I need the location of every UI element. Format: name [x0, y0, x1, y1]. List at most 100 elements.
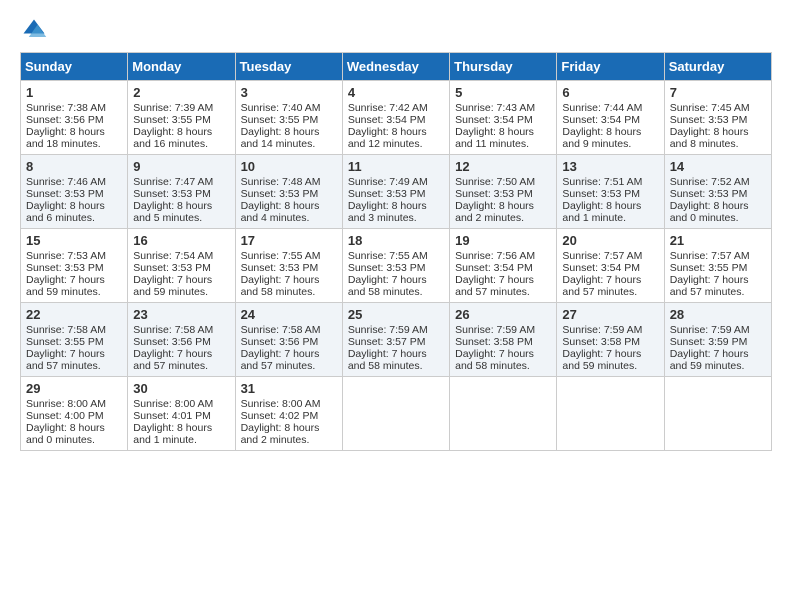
- calendar-cell: 10 Sunrise: 7:48 AM Sunset: 3:53 PM Dayl…: [235, 155, 342, 229]
- sunrise-label: Sunrise: 7:59 AM: [455, 324, 535, 336]
- sunrise-label: Sunrise: 7:59 AM: [562, 324, 642, 336]
- sunset-label: Sunset: 3:53 PM: [241, 188, 319, 200]
- sunset-label: Sunset: 3:53 PM: [455, 188, 533, 200]
- day-number: 15: [26, 233, 122, 248]
- day-number: 10: [241, 159, 337, 174]
- calendar-week-row: 1 Sunrise: 7:38 AM Sunset: 3:56 PM Dayli…: [21, 81, 772, 155]
- day-number: 27: [562, 307, 658, 322]
- daylight-label: Daylight: 7 hours and 57 minutes.: [562, 274, 641, 298]
- calendar-cell: 6 Sunrise: 7:44 AM Sunset: 3:54 PM Dayli…: [557, 81, 664, 155]
- day-number: 1: [26, 85, 122, 100]
- daylight-label: Daylight: 7 hours and 59 minutes.: [26, 274, 105, 298]
- calendar-cell: 4 Sunrise: 7:42 AM Sunset: 3:54 PM Dayli…: [342, 81, 449, 155]
- day-header-tuesday: Tuesday: [235, 53, 342, 81]
- calendar-cell: 17 Sunrise: 7:55 AM Sunset: 3:53 PM Dayl…: [235, 229, 342, 303]
- calendar-cell: 5 Sunrise: 7:43 AM Sunset: 3:54 PM Dayli…: [450, 81, 557, 155]
- daylight-label: Daylight: 8 hours and 16 minutes.: [133, 126, 212, 150]
- calendar-cell: 28 Sunrise: 7:59 AM Sunset: 3:59 PM Dayl…: [664, 303, 771, 377]
- calendar-cell: 30 Sunrise: 8:00 AM Sunset: 4:01 PM Dayl…: [128, 377, 235, 451]
- sunrise-label: Sunrise: 7:45 AM: [670, 102, 750, 114]
- day-number: 22: [26, 307, 122, 322]
- daylight-label: Daylight: 7 hours and 57 minutes.: [26, 348, 105, 372]
- calendar-cell: [664, 377, 771, 451]
- calendar-cell: 12 Sunrise: 7:50 AM Sunset: 3:53 PM Dayl…: [450, 155, 557, 229]
- sunrise-label: Sunrise: 7:48 AM: [241, 176, 321, 188]
- calendar-cell: 13 Sunrise: 7:51 AM Sunset: 3:53 PM Dayl…: [557, 155, 664, 229]
- day-header-thursday: Thursday: [450, 53, 557, 81]
- day-number: 2: [133, 85, 229, 100]
- day-header-friday: Friday: [557, 53, 664, 81]
- sunset-label: Sunset: 3:54 PM: [455, 114, 533, 126]
- day-number: 31: [241, 381, 337, 396]
- calendar-table: SundayMondayTuesdayWednesdayThursdayFrid…: [20, 52, 772, 451]
- sunset-label: Sunset: 3:55 PM: [670, 262, 748, 274]
- calendar-cell: 25 Sunrise: 7:59 AM Sunset: 3:57 PM Dayl…: [342, 303, 449, 377]
- sunrise-label: Sunrise: 7:59 AM: [670, 324, 750, 336]
- sunset-label: Sunset: 4:00 PM: [26, 410, 104, 422]
- calendar-cell: 20 Sunrise: 7:57 AM Sunset: 3:54 PM Dayl…: [557, 229, 664, 303]
- sunset-label: Sunset: 3:53 PM: [133, 188, 211, 200]
- sunset-label: Sunset: 3:53 PM: [26, 188, 104, 200]
- day-number: 19: [455, 233, 551, 248]
- logo: [20, 16, 52, 44]
- day-number: 5: [455, 85, 551, 100]
- sunset-label: Sunset: 3:53 PM: [670, 114, 748, 126]
- sunrise-label: Sunrise: 7:58 AM: [241, 324, 321, 336]
- sunrise-label: Sunrise: 7:47 AM: [133, 176, 213, 188]
- daylight-label: Daylight: 7 hours and 58 minutes.: [348, 348, 427, 372]
- daylight-label: Daylight: 8 hours and 14 minutes.: [241, 126, 320, 150]
- sunrise-label: Sunrise: 7:57 AM: [562, 250, 642, 262]
- day-number: 7: [670, 85, 766, 100]
- calendar-cell: 3 Sunrise: 7:40 AM Sunset: 3:55 PM Dayli…: [235, 81, 342, 155]
- daylight-label: Daylight: 7 hours and 57 minutes.: [670, 274, 749, 298]
- daylight-label: Daylight: 8 hours and 2 minutes.: [455, 200, 534, 224]
- sunset-label: Sunset: 3:56 PM: [133, 336, 211, 348]
- sunset-label: Sunset: 3:59 PM: [670, 336, 748, 348]
- sunset-label: Sunset: 3:53 PM: [670, 188, 748, 200]
- day-number: 24: [241, 307, 337, 322]
- sunset-label: Sunset: 3:55 PM: [241, 114, 319, 126]
- day-number: 16: [133, 233, 229, 248]
- sunrise-label: Sunrise: 7:54 AM: [133, 250, 213, 262]
- calendar-cell: 9 Sunrise: 7:47 AM Sunset: 3:53 PM Dayli…: [128, 155, 235, 229]
- daylight-label: Daylight: 7 hours and 58 minutes.: [455, 348, 534, 372]
- calendar-cell: [450, 377, 557, 451]
- day-number: 4: [348, 85, 444, 100]
- sunset-label: Sunset: 3:55 PM: [133, 114, 211, 126]
- daylight-label: Daylight: 7 hours and 58 minutes.: [348, 274, 427, 298]
- sunrise-label: Sunrise: 8:00 AM: [26, 398, 106, 410]
- calendar-header-row: SundayMondayTuesdayWednesdayThursdayFrid…: [21, 53, 772, 81]
- daylight-label: Daylight: 8 hours and 0 minutes.: [670, 200, 749, 224]
- day-number: 8: [26, 159, 122, 174]
- calendar-cell: 2 Sunrise: 7:39 AM Sunset: 3:55 PM Dayli…: [128, 81, 235, 155]
- calendar-week-row: 15 Sunrise: 7:53 AM Sunset: 3:53 PM Dayl…: [21, 229, 772, 303]
- daylight-label: Daylight: 7 hours and 57 minutes.: [455, 274, 534, 298]
- calendar-cell: 21 Sunrise: 7:57 AM Sunset: 3:55 PM Dayl…: [664, 229, 771, 303]
- calendar-cell: [342, 377, 449, 451]
- sunrise-label: Sunrise: 7:39 AM: [133, 102, 213, 114]
- day-number: 21: [670, 233, 766, 248]
- page-header: [20, 16, 772, 44]
- calendar-week-row: 8 Sunrise: 7:46 AM Sunset: 3:53 PM Dayli…: [21, 155, 772, 229]
- day-number: 18: [348, 233, 444, 248]
- sunrise-label: Sunrise: 7:58 AM: [133, 324, 213, 336]
- day-header-saturday: Saturday: [664, 53, 771, 81]
- calendar-cell: 1 Sunrise: 7:38 AM Sunset: 3:56 PM Dayli…: [21, 81, 128, 155]
- calendar-cell: 23 Sunrise: 7:58 AM Sunset: 3:56 PM Dayl…: [128, 303, 235, 377]
- sunrise-label: Sunrise: 7:58 AM: [26, 324, 106, 336]
- day-header-sunday: Sunday: [21, 53, 128, 81]
- calendar-week-row: 29 Sunrise: 8:00 AM Sunset: 4:00 PM Dayl…: [21, 377, 772, 451]
- day-number: 11: [348, 159, 444, 174]
- day-number: 12: [455, 159, 551, 174]
- daylight-label: Daylight: 7 hours and 57 minutes.: [241, 348, 320, 372]
- sunset-label: Sunset: 3:57 PM: [348, 336, 426, 348]
- day-number: 28: [670, 307, 766, 322]
- sunrise-label: Sunrise: 7:53 AM: [26, 250, 106, 262]
- sunset-label: Sunset: 3:55 PM: [26, 336, 104, 348]
- sunrise-label: Sunrise: 7:56 AM: [455, 250, 535, 262]
- sunrise-label: Sunrise: 7:40 AM: [241, 102, 321, 114]
- sunset-label: Sunset: 3:54 PM: [562, 262, 640, 274]
- sunset-label: Sunset: 4:02 PM: [241, 410, 319, 422]
- sunrise-label: Sunrise: 7:52 AM: [670, 176, 750, 188]
- sunset-label: Sunset: 4:01 PM: [133, 410, 211, 422]
